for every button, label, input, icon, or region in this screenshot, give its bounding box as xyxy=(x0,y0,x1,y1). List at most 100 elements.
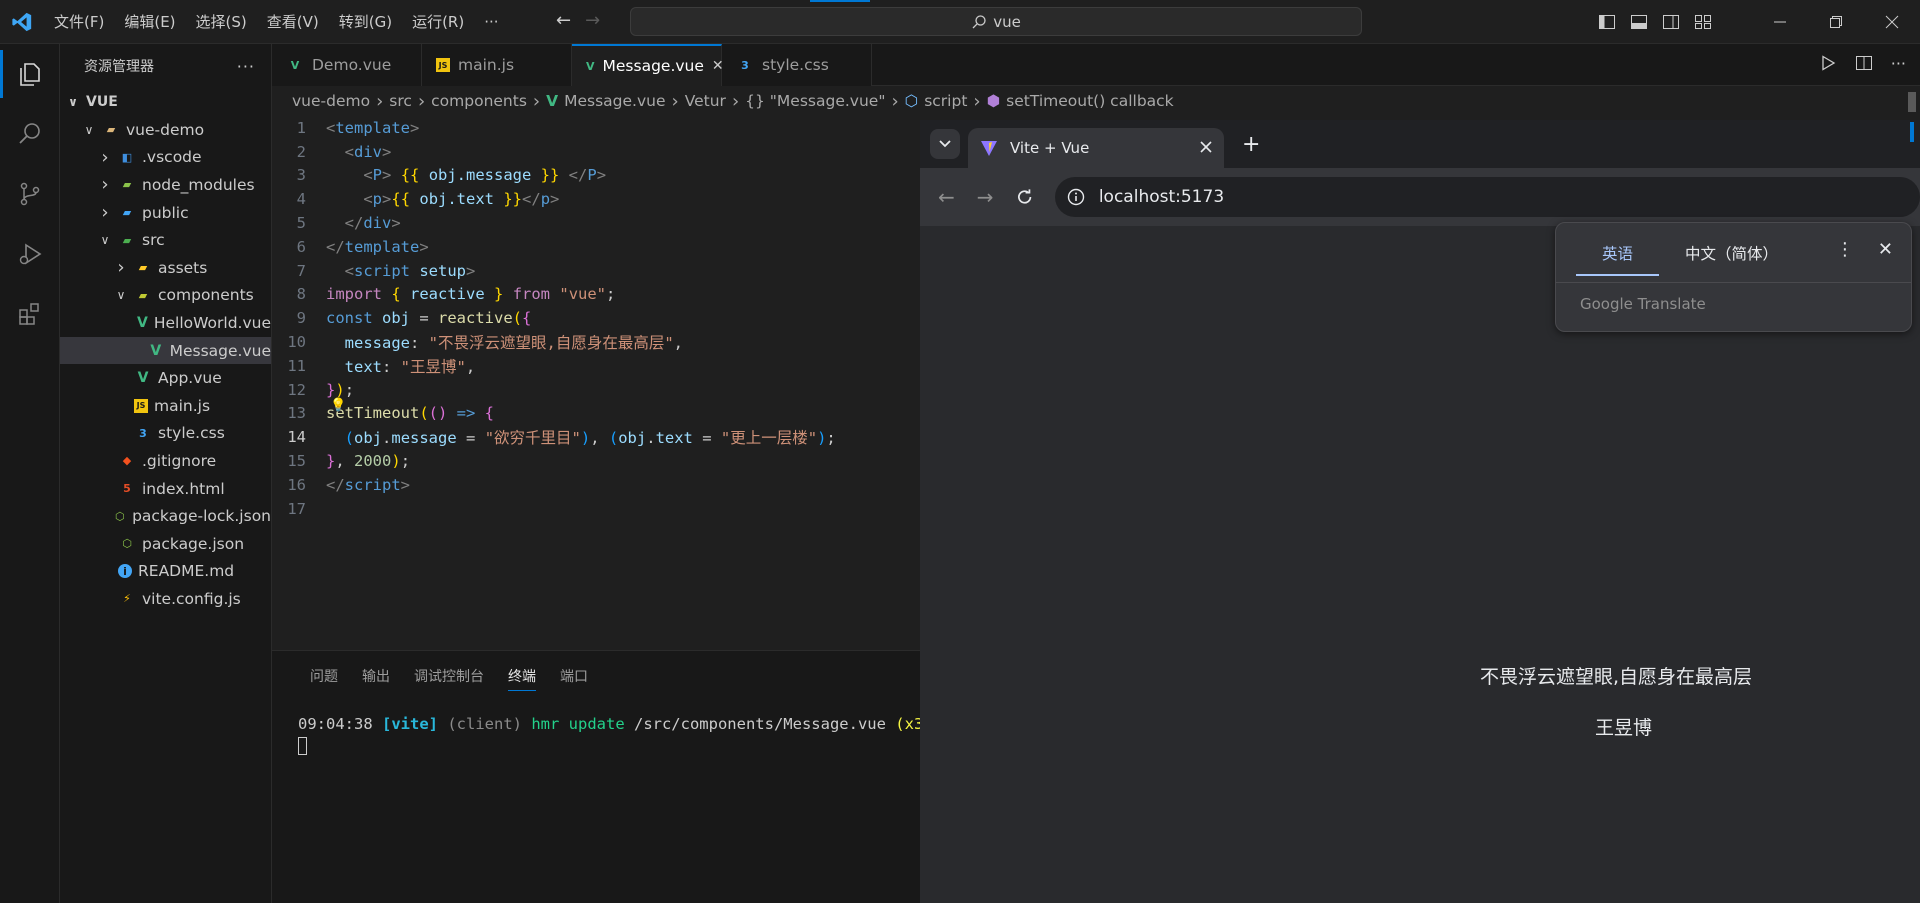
browser-tab[interactable]: Vite + Vue xyxy=(968,128,1224,168)
code-token: P xyxy=(372,166,383,185)
line-number: 5 xyxy=(296,214,306,233)
tab-style-css[interactable]: 3 style.css xyxy=(722,44,872,86)
tree-item[interactable]: › ◧ .vscode xyxy=(60,144,271,172)
breadcrumb-item[interactable]: setTimeout() callback xyxy=(1006,92,1174,110)
terminal-client: (client) xyxy=(438,715,532,733)
toggle-secondary-sidebar-icon[interactable] xyxy=(1662,13,1680,31)
tree-item[interactable]: › ▰ assets xyxy=(60,254,271,282)
tree-item[interactable]: ⬡ package.json xyxy=(60,530,271,558)
menu-item[interactable]: 转到(G) xyxy=(329,0,402,44)
tab-search-button[interactable] xyxy=(930,129,960,159)
breadcrumb-item[interactable]: Vetur xyxy=(685,92,726,110)
command-center-search[interactable]: vue xyxy=(630,7,1362,36)
tab-message-vue[interactable]: V Message.vue ✕ xyxy=(572,44,724,86)
restore-icon[interactable] xyxy=(1808,0,1864,44)
forward-arrow-icon[interactable]: → xyxy=(585,10,600,31)
address-bar[interactable]: localhost:5173 xyxy=(1054,177,1920,217)
editor-more-icon[interactable]: ··· xyxy=(1891,54,1906,73)
tree-item[interactable]: V App.vue xyxy=(60,364,271,392)
tree-item[interactable]: 5 index.html xyxy=(60,475,271,503)
chevron-right-icon: › xyxy=(101,146,109,168)
customize-layout-icon[interactable] xyxy=(1694,13,1712,31)
panel-tab[interactable]: 输出 xyxy=(350,651,402,701)
panel-tab[interactable]: 端口 xyxy=(548,651,600,701)
search-activity[interactable] xyxy=(0,104,60,164)
toggle-sidebar-icon[interactable] xyxy=(1598,13,1616,31)
panel-tab[interactable]: 问题 xyxy=(298,651,350,701)
code-token: > xyxy=(382,142,392,161)
tree-item[interactable]: › ▰ public xyxy=(60,199,271,227)
vue-file-icon: V xyxy=(546,92,559,110)
source-control-activity[interactable] xyxy=(0,164,60,224)
tree-item[interactable]: ∨ ▰ components xyxy=(60,282,271,310)
menu-item[interactable]: 编辑(E) xyxy=(114,0,185,44)
tree-item[interactable]: › ▰ node_modules xyxy=(60,171,271,199)
code-text: <script setup> xyxy=(326,262,476,280)
breadcrumb-item[interactable]: vue-demo xyxy=(292,92,370,110)
browser-tab-strip: Vite + Vue + xyxy=(920,120,1920,168)
explorer-title: 资源管理器 xyxy=(84,59,154,75)
menu-item[interactable]: ··· xyxy=(474,0,508,44)
browser-back-icon[interactable]: ← xyxy=(938,185,955,209)
line-number: 11 xyxy=(287,356,306,375)
split-editor-icon[interactable] xyxy=(1855,54,1873,72)
site-info-icon[interactable] xyxy=(1067,188,1085,206)
breadcrumb-item[interactable]: script xyxy=(924,92,967,110)
close-window-icon[interactable] xyxy=(1864,0,1920,44)
code-token: < xyxy=(326,142,354,161)
menu-item[interactable]: 选择(S) xyxy=(186,0,257,44)
back-arrow-icon[interactable]: ← xyxy=(556,10,571,31)
minimize-icon[interactable] xyxy=(1752,0,1808,44)
code-token: message xyxy=(326,334,410,353)
breadcrumb-item[interactable]: {} "Message.vue" xyxy=(745,92,885,110)
panel-tab[interactable]: 调试控制台 xyxy=(402,651,496,701)
tab-demo-vue[interactable]: V Demo.vue xyxy=(272,44,422,86)
explorer-activity[interactable] xyxy=(0,44,60,104)
terminal-output[interactable]: 09:04:38 [vite] (client) hmr update /src… xyxy=(272,701,933,755)
components-folder-icon: ▰ xyxy=(138,288,148,302)
translate-tab[interactable]: 中文（简体） xyxy=(1659,230,1804,276)
workspace-section[interactable]: ∨ VUE xyxy=(60,88,271,116)
translate-more-icon[interactable]: ⋮ xyxy=(1836,239,1854,260)
tree-item[interactable]: 3 style.css xyxy=(60,420,271,448)
tree-item[interactable]: V HelloWorld.vue xyxy=(60,309,271,337)
extensions-activity[interactable] xyxy=(0,284,60,344)
menu-item[interactable]: 文件(F) xyxy=(44,0,114,44)
translate-tab[interactable]: 英语 xyxy=(1576,230,1660,276)
tab-main-js[interactable]: JS main.js xyxy=(422,44,572,86)
tree-item-label: public xyxy=(142,203,189,222)
menu-item[interactable]: 运行(R) xyxy=(402,0,474,44)
line-number: 8 xyxy=(296,285,306,304)
panel-tab[interactable]: 终端 xyxy=(496,651,548,701)
tree-item[interactable]: ◆ .gitignore xyxy=(60,447,271,475)
code-token: "vue" xyxy=(559,285,607,304)
code-editor[interactable]: 1 <template> 2 <div> 3 <P> {{ obj.message }… xyxy=(272,116,920,650)
toggle-panel-icon[interactable] xyxy=(1630,13,1648,31)
breadcrumb-item[interactable]: components xyxy=(431,92,527,110)
new-tab-icon[interactable]: + xyxy=(1242,132,1260,157)
tree-item[interactable]: ∨ ▰ vue-demo xyxy=(60,116,271,144)
menu-item[interactable]: 查看(V) xyxy=(257,0,329,44)
chevron-down-icon: ∨ xyxy=(116,288,126,303)
code-token: > xyxy=(419,237,429,256)
breadcrumb-item[interactable]: Message.vue xyxy=(564,92,665,110)
scrollbar[interactable] xyxy=(1908,92,1916,152)
vscode-logo-icon[interactable] xyxy=(0,0,44,44)
close-tab-icon[interactable] xyxy=(1200,139,1212,157)
page-message: 不畏浮云遮望眼,自愿身在最高层 xyxy=(1480,666,1753,688)
reload-icon[interactable] xyxy=(1016,188,1033,206)
tree-item[interactable]: ∨ ▰ src xyxy=(60,226,271,254)
run-debug-activity[interactable] xyxy=(0,224,60,284)
tree-item[interactable]: i README.md xyxy=(60,558,271,586)
explorer-more-icon[interactable]: ··· xyxy=(237,57,255,76)
tree-item[interactable]: ⚡ vite.config.js xyxy=(60,585,271,613)
code-token: obj xyxy=(354,429,383,448)
tree-item[interactable]: V Message.vue xyxy=(60,336,271,365)
tree-item[interactable]: JS main.js xyxy=(60,392,271,420)
browser-forward-icon[interactable]: → xyxy=(977,185,994,209)
breadcrumb-item[interactable]: src xyxy=(389,92,412,110)
lightbulb-icon[interactable]: 💡 xyxy=(330,398,346,413)
run-icon[interactable] xyxy=(1819,54,1837,72)
translate-close-icon[interactable]: ✕ xyxy=(1878,239,1893,260)
tree-item[interactable]: ⬡ package-lock.json xyxy=(60,502,271,530)
